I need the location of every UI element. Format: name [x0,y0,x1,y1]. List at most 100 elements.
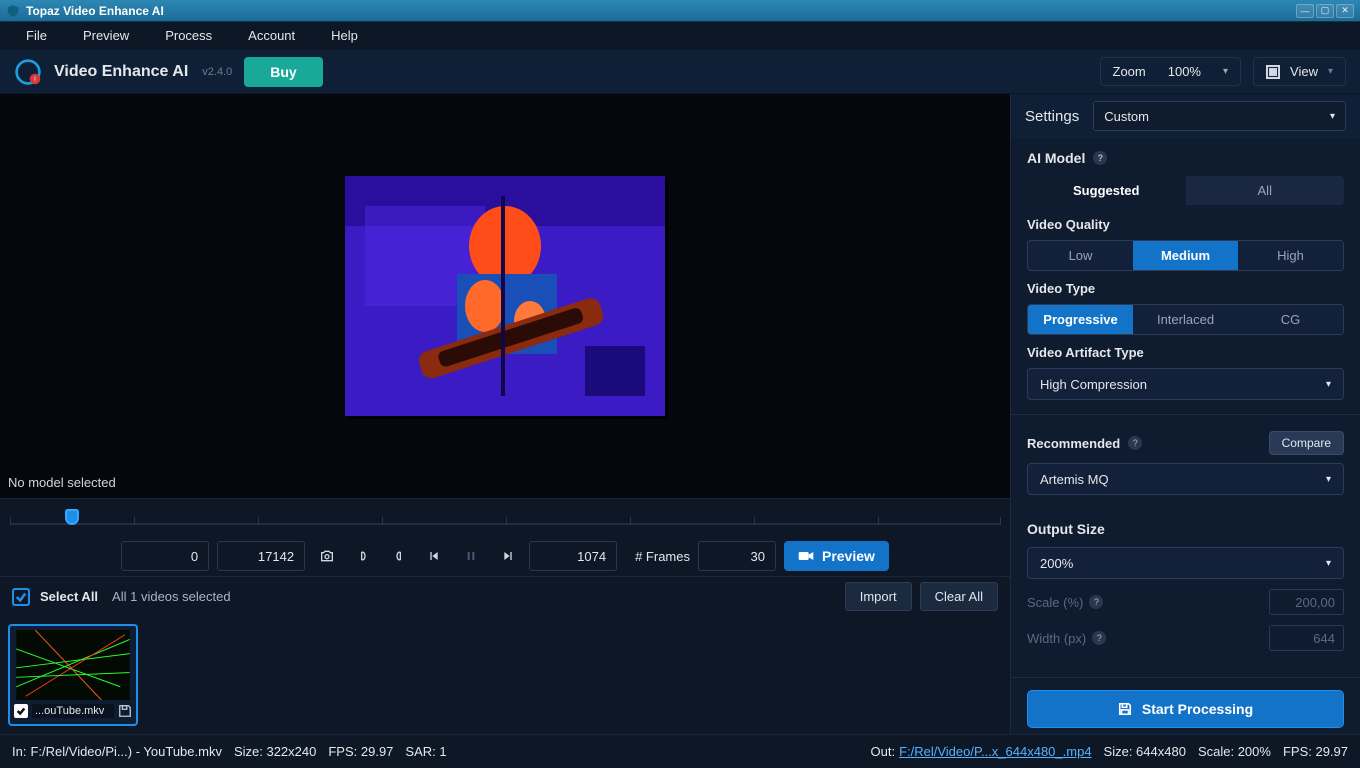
chevron-down-icon: ▾ [1328,66,1333,77]
type-cg[interactable]: CG [1238,305,1343,334]
settings-preset-dropdown[interactable]: Custom ▾ [1093,101,1346,131]
frames-label: # Frames [635,549,690,564]
compare-button[interactable]: Compare [1269,431,1344,455]
preview-button[interactable]: Preview [784,541,889,571]
view-dropdown[interactable]: View ▾ [1253,57,1346,86]
save-icon[interactable] [118,704,132,718]
help-icon[interactable]: ? [1089,595,1103,609]
select-all-checkbox[interactable] [12,588,30,606]
playback-controls: 0 17142 1074 # Frames 30 Preview [0,536,1010,576]
clear-all-button[interactable]: Clear All [920,582,998,611]
ai-model-heading: AI Model ? [1027,150,1344,166]
settings-preset-value: Custom [1104,109,1149,124]
preview-viewport[interactable]: No model selected [0,94,1010,498]
video-type-label: Video Type [1027,281,1344,296]
model-tabs: Suggested All [1027,176,1344,205]
quality-medium[interactable]: Medium [1133,241,1238,270]
menubar: File Preview Process Account Help [0,22,1360,50]
out-size: Size: 644x480 [1104,744,1186,759]
video-quality-segment: Low Medium High [1027,240,1344,271]
menu-file[interactable]: File [8,24,65,47]
menu-preview[interactable]: Preview [65,24,147,47]
width-label: Width (px) [1027,631,1086,646]
quality-low[interactable]: Low [1028,241,1133,270]
out-path-link[interactable]: F:/Rel/Video/P...x_644x480_.mp4 [899,744,1091,759]
window-title: Topaz Video Enhance AI [26,4,164,18]
mark-in-button[interactable] [349,542,377,570]
help-icon[interactable]: ? [1092,631,1106,645]
select-all-label: Select All [40,589,98,604]
in-size: Size: 322x240 [234,744,316,759]
tab-suggested[interactable]: Suggested [1027,176,1186,205]
settings-header: Settings Custom ▾ [1011,94,1360,138]
video-quality-label: Video Quality [1027,217,1344,232]
step-forward-button[interactable] [493,542,521,570]
model-status-label: No model selected [8,475,116,490]
type-interlaced[interactable]: Interlaced [1133,305,1238,334]
step-back-button[interactable] [421,542,449,570]
zoom-label: Zoom [1113,64,1146,79]
scale-label: Scale (%) [1027,595,1083,610]
width-input[interactable]: 644 [1269,625,1344,651]
video-thumbnail[interactable]: ...ouTube.mkv [8,624,138,726]
app-logo: ! [14,58,42,86]
snapshot-button[interactable] [313,542,341,570]
recommended-label: Recommended [1027,436,1120,451]
video-frame [345,176,665,416]
save-icon [1118,702,1132,716]
chevron-down-icon: ▾ [1326,474,1331,485]
zoom-dropdown[interactable]: Zoom 100% ▾ [1100,57,1242,86]
buy-button[interactable]: Buy [244,57,322,87]
thumb-filename: ...ouTube.mkv [32,704,114,718]
mark-out-button[interactable] [385,542,413,570]
artifact-type-value: High Compression [1040,377,1147,392]
out-fps: FPS: 29.97 [1283,744,1348,759]
svg-text:!: ! [34,76,36,83]
view-icon [1266,65,1280,79]
output-size-heading: Output Size [1027,521,1344,537]
artifact-type-dropdown[interactable]: High Compression ▾ [1027,368,1344,400]
start-processing-button[interactable]: Start Processing [1027,690,1344,728]
pause-button[interactable] [457,542,485,570]
camera-icon [798,549,814,563]
menu-process[interactable]: Process [147,24,230,47]
timeline[interactable] [0,498,1010,536]
help-icon[interactable]: ? [1093,151,1107,165]
chevron-down-icon: ▾ [1326,558,1331,569]
current-frame-input[interactable]: 1074 [529,541,617,571]
import-button[interactable]: Import [845,582,912,611]
maximize-button[interactable]: ▢ [1316,4,1334,18]
quality-high[interactable]: High [1238,241,1343,270]
timeline-handle[interactable] [65,509,79,525]
end-frame-input[interactable]: 17142 [217,541,305,571]
start-frame-input[interactable]: 0 [121,541,209,571]
video-list-header: Select All All 1 videos selected Import … [0,576,1010,616]
zoom-value: 100% [1168,64,1201,79]
in-fps: FPS: 29.97 [328,744,393,759]
chevron-down-icon: ▾ [1326,379,1331,390]
output-size-dropdown[interactable]: 200% ▾ [1027,547,1344,579]
titlebar: Topaz Video Enhance AI — ▢ ✕ [0,0,1360,22]
menu-help[interactable]: Help [313,24,376,47]
minimize-button[interactable]: — [1296,4,1314,18]
video-list: ...ouTube.mkv [0,616,1010,734]
view-label: View [1290,64,1318,79]
app-icon [6,4,20,18]
start-processing-label: Start Processing [1142,701,1253,717]
out-scale: Scale: 200% [1198,744,1271,759]
app-name: Video Enhance AI [54,63,188,81]
chevron-down-icon: ▾ [1330,111,1335,122]
recommended-model-dropdown[interactable]: Artemis MQ ▾ [1027,463,1344,495]
video-type-segment: Progressive Interlaced CG [1027,304,1344,335]
in-path: F:/Rel/Video/Pi...) - YouTube.mkv [30,744,221,759]
type-progressive[interactable]: Progressive [1028,305,1133,334]
menu-account[interactable]: Account [230,24,313,47]
close-button[interactable]: ✕ [1336,4,1354,18]
tab-all[interactable]: All [1186,176,1345,205]
thumb-checkbox[interactable] [14,704,28,718]
recommended-model-value: Artemis MQ [1040,472,1109,487]
frames-count-input[interactable]: 30 [698,541,776,571]
help-icon[interactable]: ? [1128,436,1142,450]
scale-input[interactable]: 200,00 [1269,589,1344,615]
settings-label: Settings [1025,108,1079,125]
